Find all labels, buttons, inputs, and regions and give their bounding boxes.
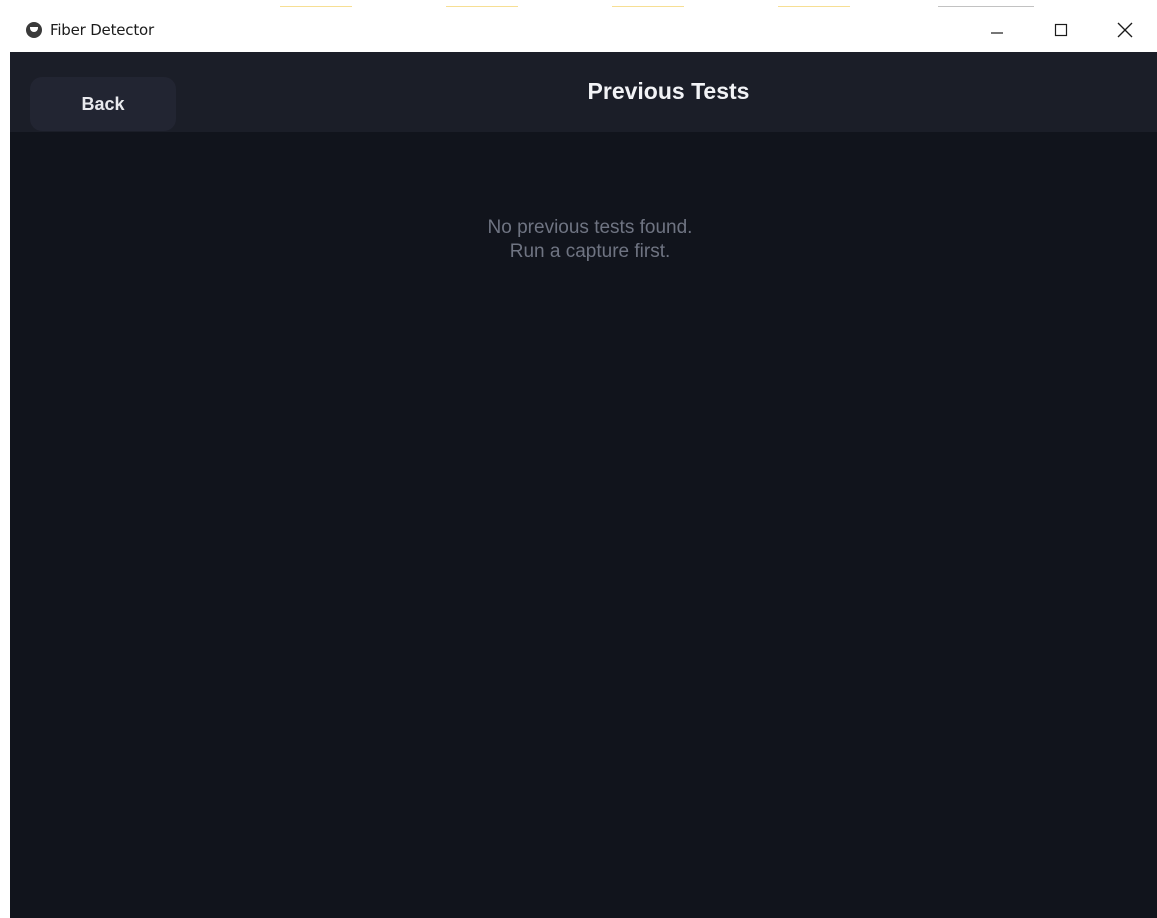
window-controls — [965, 8, 1157, 52]
application-window: Fiber Detector Back Previous Tests No pr… — [0, 0, 1157, 918]
app-logo-icon — [26, 22, 42, 38]
window-titlebar[interactable]: Fiber Detector — [0, 8, 1157, 52]
empty-state-line-1: No previous tests found. — [487, 217, 693, 238]
empty-state-line-2: Run a capture first. — [509, 241, 671, 262]
minimize-button[interactable] — [965, 8, 1029, 52]
minimize-icon — [991, 32, 1003, 34]
close-button[interactable] — [1093, 8, 1157, 52]
header-bar — [10, 52, 1157, 132]
window-title: Fiber Detector — [50, 21, 154, 39]
close-icon — [1117, 22, 1133, 38]
back-button[interactable]: Back — [30, 77, 176, 131]
empty-state-message: No previous tests found. Run a capture f… — [10, 216, 1157, 264]
maximize-button[interactable] — [1029, 8, 1093, 52]
maximize-icon — [1054, 23, 1068, 37]
app-content: Back Previous Tests No previous tests fo… — [10, 52, 1157, 918]
desktop-edge-strip — [0, 0, 1157, 8]
